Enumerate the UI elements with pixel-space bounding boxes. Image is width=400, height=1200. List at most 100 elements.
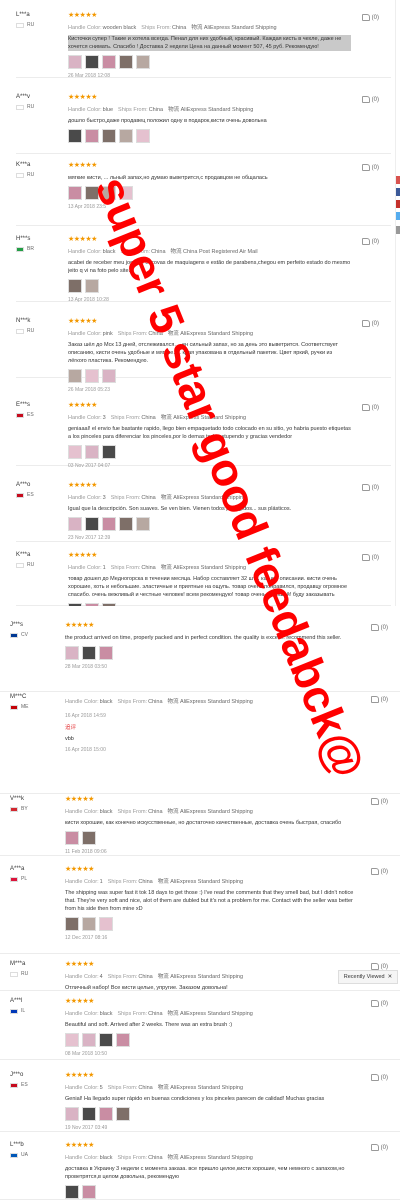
ships-from-label: Ships From: — [117, 1155, 148, 1161]
review-photo[interactable] — [119, 186, 133, 200]
helpful-button[interactable]: (0) — [361, 554, 379, 561]
review-meta: Handle Color:wooden black Ships From:Chin… — [68, 23, 351, 31]
review-content: ★★★★★ Handle Color:wooden black Ships From… — [68, 12, 351, 79]
helpful-button[interactable]: (0) — [370, 868, 388, 875]
ships-from-label: Ships From: — [117, 809, 148, 815]
review-photo[interactable] — [85, 55, 99, 69]
review-content: ★★★★★ Handle Color:black Ships From:China 物… — [65, 998, 360, 1057]
review-item: J***o ES ★★★★★ Handle Color:5 Ships From:Chi… — [0, 1066, 400, 1132]
helpful-button[interactable]: (0) — [361, 404, 379, 411]
review-photo[interactable] — [65, 646, 79, 660]
review-photo[interactable] — [68, 186, 82, 200]
handle-color-value: 1 — [99, 879, 103, 885]
country-code: RU — [21, 971, 29, 977]
review-photo[interactable] — [65, 831, 79, 845]
helpful-count: (0) — [380, 868, 388, 875]
flag-icon — [16, 412, 24, 418]
helpful-button[interactable]: (0) — [370, 624, 388, 631]
handle-color-value: blue — [102, 107, 114, 113]
reviewer-name: M***a — [10, 961, 26, 967]
thumbs-up-icon — [370, 1144, 379, 1151]
review-photo[interactable] — [85, 369, 99, 383]
helpful-button[interactable]: (0) — [370, 963, 388, 970]
helpful-count: (0) — [380, 624, 388, 631]
side-share-strip[interactable] — [396, 200, 400, 208]
review-photo[interactable] — [68, 517, 82, 531]
thumbs-up-icon — [361, 238, 370, 245]
review-photo[interactable] — [99, 917, 113, 931]
helpful-button[interactable]: (0) — [370, 696, 388, 703]
thumbs-up-icon — [370, 696, 379, 703]
review-photo[interactable] — [99, 646, 113, 660]
review-photo[interactable] — [116, 1107, 130, 1121]
review-photo[interactable] — [65, 1185, 79, 1199]
review-photo[interactable] — [85, 279, 99, 293]
helpful-button[interactable]: (0) — [370, 1000, 388, 1007]
review-photo[interactable] — [68, 279, 82, 293]
handle-color-label: Handle Color: — [68, 331, 102, 337]
review-photo[interactable] — [102, 186, 116, 200]
review-photos — [68, 129, 351, 143]
review-photo[interactable] — [102, 369, 116, 383]
helpful-button[interactable]: (0) — [361, 14, 379, 21]
review-item: L***b UA ★★★★★ Handle Color:black Ships From… — [0, 1136, 400, 1200]
side-share-strip[interactable] — [396, 212, 400, 220]
review-meta: Handle Color:4 Ships From:China 物流 AliExpr… — [65, 972, 360, 980]
country-code: RU — [27, 328, 35, 334]
recently-viewed-button[interactable]: Recently Viewed ✕ — [338, 970, 398, 984]
side-share-strip[interactable] — [396, 188, 400, 196]
review-photo[interactable] — [65, 1107, 79, 1121]
close-icon[interactable]: ✕ — [388, 974, 393, 980]
review-photo[interactable] — [102, 55, 116, 69]
review-photo[interactable] — [102, 129, 116, 143]
helpful-button[interactable]: (0) — [361, 96, 379, 103]
star-rating: ★★★★★ — [68, 552, 97, 559]
review-photo[interactable] — [68, 55, 82, 69]
helpful-button[interactable]: (0) — [370, 1074, 388, 1081]
helpful-button[interactable]: (0) — [361, 164, 379, 171]
review-photo[interactable] — [82, 831, 96, 845]
review-photo[interactable] — [136, 129, 150, 143]
review-photo[interactable] — [68, 129, 82, 143]
review-photo[interactable] — [136, 55, 150, 69]
side-share-strip[interactable] — [396, 226, 400, 234]
helpful-button[interactable]: (0) — [370, 1144, 388, 1151]
review-photo[interactable] — [68, 369, 82, 383]
country-code: RU — [27, 104, 35, 110]
review-photo[interactable] — [82, 917, 96, 931]
review-photo[interactable] — [119, 517, 133, 531]
review-photo[interactable] — [136, 517, 150, 531]
review-photo[interactable] — [82, 1107, 96, 1121]
review-photo[interactable] — [102, 445, 116, 459]
review-photo[interactable] — [68, 445, 82, 459]
reviewer-name: M***C — [10, 694, 27, 700]
review-photo[interactable] — [65, 1033, 79, 1047]
country-code: ES — [21, 1082, 28, 1088]
review-photo[interactable] — [99, 1107, 113, 1121]
helpful-button[interactable]: (0) — [361, 320, 379, 327]
review-photo[interactable] — [99, 1033, 113, 1047]
review-photo[interactable] — [82, 1033, 96, 1047]
review-photo[interactable] — [102, 517, 116, 531]
review-photo[interactable] — [82, 646, 96, 660]
review-photo[interactable] — [85, 129, 99, 143]
review-photo[interactable] — [119, 129, 133, 143]
review-date: 16 Apr 2018 14:59 — [65, 713, 106, 719]
review-photo[interactable] — [119, 55, 133, 69]
review-photo[interactable] — [116, 1033, 130, 1047]
review-photo[interactable] — [85, 186, 99, 200]
review-photo[interactable] — [65, 917, 79, 931]
helpful-button[interactable]: (0) — [361, 484, 379, 491]
review-photo[interactable] — [82, 1185, 96, 1199]
ships-from-label: Ships From: — [110, 415, 141, 421]
review-photo[interactable] — [85, 517, 99, 531]
reviewer-country: RU — [16, 562, 66, 568]
helpful-button[interactable]: (0) — [361, 238, 379, 245]
review-photo[interactable] — [85, 445, 99, 459]
review-date: 13 Apr 2018 10:28 — [68, 297, 109, 303]
side-share-strip[interactable] — [396, 176, 400, 184]
shipping-method: 物流 AliExpress Standard Shipping — [168, 107, 254, 113]
helpful-button[interactable]: (0) — [370, 798, 388, 805]
review-date: 23 Nov 2017 12:39 — [68, 535, 111, 541]
recently-viewed-label: Recently Viewed — [343, 974, 385, 980]
